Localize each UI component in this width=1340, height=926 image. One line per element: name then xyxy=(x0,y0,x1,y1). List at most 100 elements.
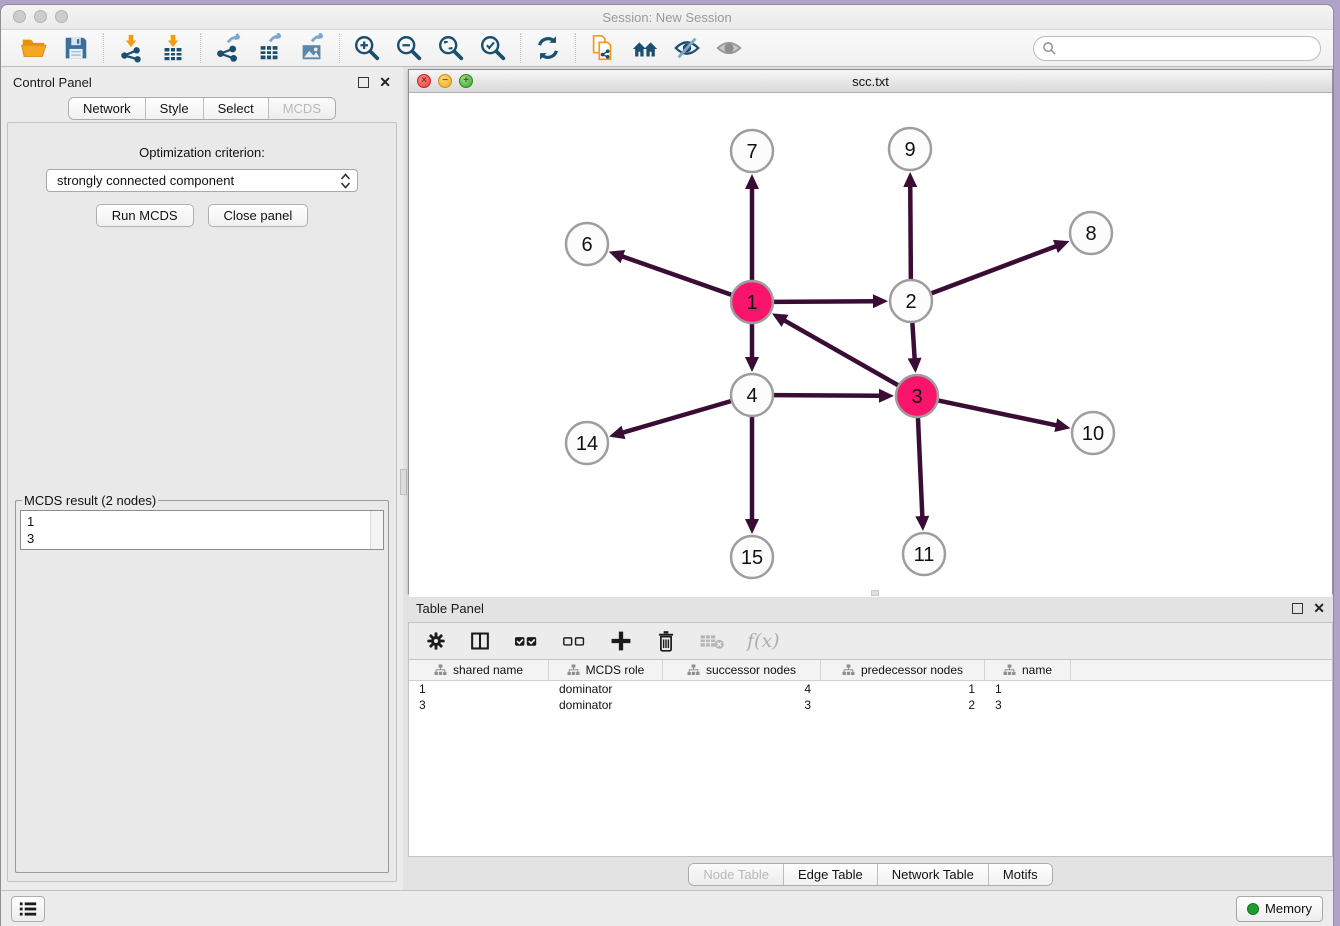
graph-node-11[interactable]: 11 xyxy=(903,533,945,575)
export-image-icon[interactable] xyxy=(291,31,333,65)
network-window-titlebar[interactable]: × − + scc.txt xyxy=(409,70,1332,93)
apply-layout-icon[interactable] xyxy=(527,31,569,65)
table-cell[interactable]: 3 xyxy=(985,698,1071,712)
network-graph[interactable]: 1 2 3 4 6 7 8 9 10 11 14 15 xyxy=(409,93,1334,592)
column-header-predecessor-nodes[interactable]: predecessor nodes xyxy=(821,660,985,680)
graph-node-7[interactable]: 7 xyxy=(731,130,773,172)
node-label: 4 xyxy=(746,385,757,407)
edge-2-8[interactable] xyxy=(932,245,1059,293)
table-cell[interactable]: 1 xyxy=(985,682,1071,696)
minimize-window-icon[interactable] xyxy=(34,10,47,23)
tab-select[interactable]: Select xyxy=(204,98,269,119)
close-table-panel-icon[interactable]: ✕ xyxy=(1313,603,1325,614)
network-minimize-icon[interactable]: − xyxy=(438,74,452,88)
column-header-shared-name[interactable]: shared name xyxy=(409,660,549,680)
column-type-icon xyxy=(1003,664,1016,676)
graph-node-8[interactable]: 8 xyxy=(1070,212,1112,254)
save-session-icon[interactable] xyxy=(55,31,97,65)
table-row[interactable]: 3dominator323 xyxy=(409,697,1332,713)
table-cell[interactable]: dominator xyxy=(549,682,663,696)
network-canvas[interactable]: 1 2 3 4 6 7 8 9 10 11 14 15 xyxy=(409,93,1332,597)
search-box[interactable] xyxy=(1033,36,1321,61)
edge-4-3[interactable] xyxy=(774,395,882,396)
graph-node-6[interactable]: 6 xyxy=(566,223,608,265)
mcds-result-list[interactable]: 13 xyxy=(20,510,384,550)
float-panel-icon[interactable] xyxy=(358,77,369,88)
table-cell[interactable]: 3 xyxy=(663,698,821,712)
tab-motifs[interactable]: Motifs xyxy=(989,864,1052,885)
close-panel-icon[interactable]: ✕ xyxy=(379,77,391,88)
zoom-window-icon[interactable] xyxy=(55,10,68,23)
graph-node-2[interactable]: 2 xyxy=(890,280,932,322)
network-maximize-icon[interactable]: + xyxy=(459,74,473,88)
column-header-MCDS-role[interactable]: MCDS role xyxy=(549,660,663,680)
float-table-panel-icon[interactable] xyxy=(1292,603,1303,614)
table-cell[interactable]: 4 xyxy=(663,682,821,696)
table-cell[interactable]: 2 xyxy=(821,698,985,712)
tab-mcds[interactable]: MCDS xyxy=(269,98,335,119)
criterion-select[interactable]: strongly connected component xyxy=(46,169,358,192)
import-network-icon[interactable] xyxy=(110,31,152,65)
edge-arrowhead xyxy=(745,174,759,189)
open-session-icon[interactable] xyxy=(13,31,55,65)
zoom-out-icon[interactable] xyxy=(388,31,430,65)
hide-selected-eye-icon[interactable] xyxy=(666,31,708,65)
add-row-icon[interactable] xyxy=(609,629,633,653)
edge-3-10[interactable] xyxy=(939,401,1059,426)
task-history-button[interactable] xyxy=(11,896,45,922)
optimization-criterion-label: Optimization criterion: xyxy=(139,145,265,160)
zoom-in-icon[interactable] xyxy=(346,31,388,65)
toolbar-separator xyxy=(103,33,104,63)
table-row[interactable]: 1dominator411 xyxy=(409,681,1332,697)
tab-node-table[interactable]: Node Table xyxy=(689,864,784,885)
first-neighbors-icon[interactable] xyxy=(624,31,666,65)
column-header-successor-nodes[interactable]: successor nodes xyxy=(663,660,821,680)
memory-status-icon xyxy=(1247,903,1259,915)
column-header-name[interactable]: name xyxy=(985,660,1071,680)
edge-2-9[interactable] xyxy=(910,184,911,279)
memory-button[interactable]: Memory xyxy=(1236,896,1323,922)
delete-rows-icon[interactable] xyxy=(655,629,677,653)
tab-style[interactable]: Style xyxy=(146,98,204,119)
select-all-icon[interactable] xyxy=(513,630,539,652)
close-window-icon[interactable] xyxy=(13,10,26,23)
tab-network-table[interactable]: Network Table xyxy=(878,864,989,885)
result-scrollbar[interactable] xyxy=(370,511,383,549)
edge-2-3[interactable] xyxy=(912,323,914,361)
export-table-icon[interactable] xyxy=(249,31,291,65)
zoom-fit-icon[interactable] xyxy=(430,31,472,65)
edge-3-11[interactable] xyxy=(918,418,922,519)
edge-arrowhead xyxy=(1054,418,1070,432)
tab-network[interactable]: Network xyxy=(69,98,146,119)
select-chevrons-icon xyxy=(340,173,351,189)
network-close-icon[interactable]: × xyxy=(417,74,431,88)
table-cell[interactable]: 1 xyxy=(409,682,549,696)
column-settings-icon[interactable] xyxy=(425,630,447,652)
graph-node-4[interactable]: 4 xyxy=(731,374,773,416)
graph-node-1[interactable]: 1 xyxy=(731,281,773,323)
graph-node-9[interactable]: 9 xyxy=(889,128,931,170)
edge-4-14[interactable] xyxy=(621,401,731,433)
table-cell[interactable]: 1 xyxy=(821,682,985,696)
tab-edge-table[interactable]: Edge Table xyxy=(784,864,878,885)
run-mcds-button[interactable]: Run MCDS xyxy=(96,204,194,227)
export-network-icon[interactable] xyxy=(207,31,249,65)
edge-1-2[interactable] xyxy=(774,301,876,302)
search-icon xyxy=(1042,41,1057,56)
split-view-icon[interactable] xyxy=(469,630,491,652)
search-input[interactable] xyxy=(1062,41,1312,55)
graph-node-10[interactable]: 10 xyxy=(1072,412,1114,454)
edge-3-1[interactable] xyxy=(782,319,897,385)
panel-divider-handle[interactable] xyxy=(400,469,407,495)
import-table-icon[interactable] xyxy=(152,31,194,65)
zoom-selected-icon[interactable] xyxy=(472,31,514,65)
graph-node-14[interactable]: 14 xyxy=(566,422,608,464)
graph-node-3[interactable]: 3 xyxy=(896,375,938,417)
edge-1-6[interactable] xyxy=(620,256,731,295)
clone-network-icon[interactable] xyxy=(582,31,624,65)
table-cell[interactable]: dominator xyxy=(549,698,663,712)
deselect-all-icon[interactable] xyxy=(561,630,587,652)
graph-node-15[interactable]: 15 xyxy=(731,536,773,578)
table-cell[interactable]: 3 xyxy=(409,698,549,712)
close-panel-button[interactable]: Close panel xyxy=(208,204,309,227)
